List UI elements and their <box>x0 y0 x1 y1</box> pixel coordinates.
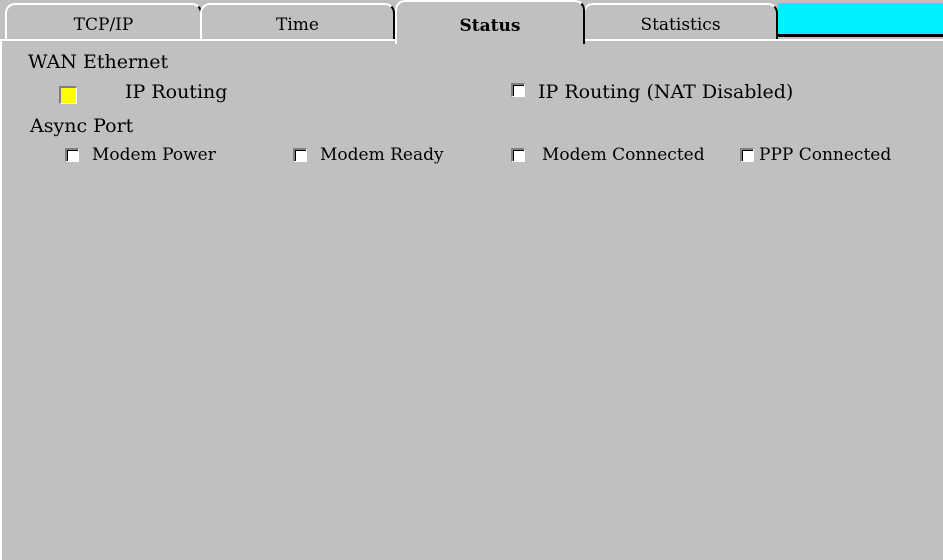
ip-routing-nat-disabled-checkbox[interactable] <box>511 83 525 97</box>
ip-routing-nat-disabled-label: IP Routing (NAT Disabled) <box>538 81 794 103</box>
tab-label: TCP/IP <box>73 15 134 35</box>
tab-label: Time <box>276 15 319 35</box>
modem-ready-checkbox[interactable] <box>293 148 307 162</box>
tab-label: Status <box>459 16 521 36</box>
accent-bar-underline <box>778 34 943 37</box>
status-panel: WAN Ethernet IP Routing IP Routing (NAT … <box>0 41 943 560</box>
ppp-connected-checkbox[interactable] <box>740 148 754 162</box>
tab-label: Statistics <box>640 15 721 35</box>
modem-connected-checkbox[interactable] <box>511 148 525 162</box>
modem-power-checkbox[interactable] <box>65 148 79 162</box>
tab-statistics[interactable]: Statistics <box>583 3 778 39</box>
wan-ethernet-heading: WAN Ethernet <box>28 51 169 73</box>
ip-routing-label: IP Routing <box>125 81 228 103</box>
modem-power-label: Modem Power <box>92 145 216 165</box>
modem-connected-label: Modem Connected <box>542 145 705 165</box>
tab-tcpip[interactable]: TCP/IP <box>5 3 202 39</box>
ip-routing-indicator <box>59 86 77 104</box>
accent-bar <box>778 3 943 34</box>
modem-ready-label: Modem Ready <box>320 145 444 165</box>
async-port-heading: Async Port <box>30 115 134 137</box>
tab-time[interactable]: Time <box>200 3 395 39</box>
tab-status[interactable]: Status <box>395 0 585 44</box>
ppp-connected-label: PPP Connected <box>759 145 892 165</box>
tab-strip: TCP/IP Time Statistics Status <box>0 0 943 44</box>
